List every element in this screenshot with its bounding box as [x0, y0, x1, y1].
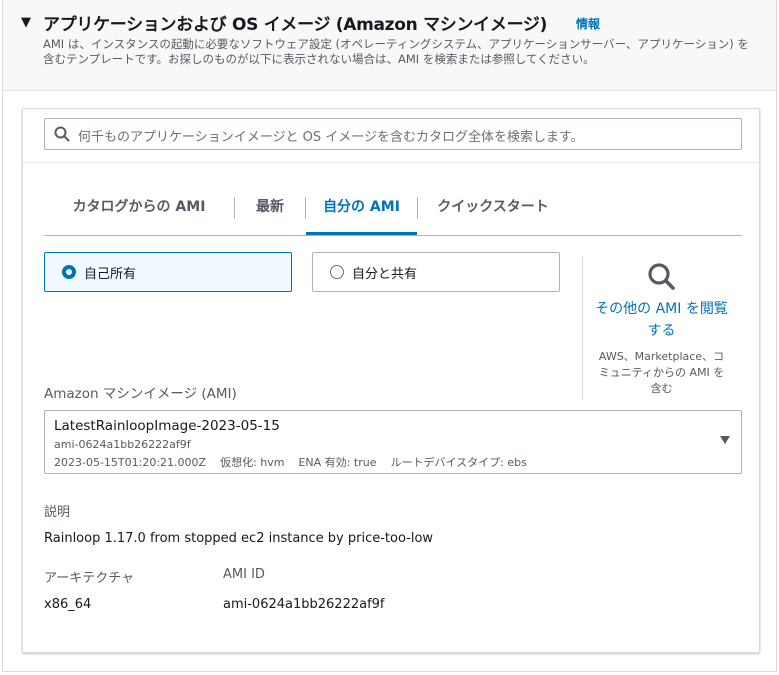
- vertical-divider: [582, 256, 583, 400]
- description-value: Rainloop 1.17.0 from stopped ec2 instanc…: [44, 531, 434, 546]
- browse-more-amis-subtext: AWS、Marketplace、コミュニティからの AMI を含む: [598, 350, 725, 395]
- ami-meta: 2023-05-15T01:20:21.000Z 仮想化: hvm ENA 有効: …: [54, 454, 541, 470]
- browse-more-amis-link[interactable]: その他の AMI を閲覧する: [594, 298, 729, 342]
- collapse-caret-icon[interactable]: ▼: [21, 15, 31, 30]
- architecture-value: x86_64: [44, 597, 92, 612]
- tab-my-ami[interactable]: 自分の AMI: [306, 186, 417, 235]
- search-icon[interactable]: [646, 261, 678, 293]
- ami-select-label: Amazon マシンイメージ (AMI): [44, 386, 237, 402]
- tab-quick-start[interactable]: クイックスタート: [418, 186, 568, 235]
- ami-date: 2023-05-15T01:20:21.000Z: [54, 456, 207, 469]
- ami-tabs: カタログからの AMI 最新 自分の AMI クイックスタート: [44, 186, 742, 236]
- ami-id: ami-0624a1bb26222af9f: [54, 438, 191, 451]
- tab-catalog-ami[interactable]: カタログからの AMI: [44, 186, 234, 235]
- description-key: 説明: [44, 505, 71, 520]
- section-description: AMI は、インスタンスの起動に必要なソフトウェア設定 (オペレーティングシステ…: [43, 37, 749, 66]
- search-placeholder: 何千ものアプリケーションイメージと OS イメージを含むカタログ全体を検索します…: [78, 130, 584, 145]
- ami-name: LatestRainloopImage-2023-05-15: [54, 418, 280, 434]
- ami-section: ▼ アプリケーションおよび OS イメージ (Amazon マシンイメージ) 情…: [2, 0, 777, 672]
- ami-search-input[interactable]: 何千ものアプリケーションイメージと OS イメージを含むカタログ全体を検索します…: [44, 118, 742, 150]
- owned-by-me-label: 自己所有: [84, 267, 137, 282]
- architecture-key: アーキテクチャ: [44, 571, 135, 586]
- info-link[interactable]: 情報: [576, 15, 600, 32]
- ami-select-dropdown[interactable]: LatestRainloopImage-2023-05-15 ami-0624a…: [44, 410, 742, 474]
- ami-id-key: AMI ID: [223, 567, 265, 582]
- shared-with-me-radio[interactable]: [330, 265, 344, 279]
- shared-with-me-label: 自分と共有: [352, 267, 418, 282]
- ami-ena: ENA 有効: true: [298, 456, 377, 469]
- ami-root-device: ルートデバイスタイプ: ebs: [390, 456, 527, 469]
- ami-id-value: ami-0624a1bb26222af9f: [223, 597, 385, 612]
- section-title: アプリケーションおよび OS イメージ (Amazon マシンイメージ): [43, 15, 548, 35]
- search-icon: [54, 126, 70, 142]
- owned-by-me-radio[interactable]: [62, 265, 76, 279]
- tab-recent[interactable]: 最新: [235, 186, 305, 235]
- shared-with-me-tile[interactable]: 自分と共有: [312, 252, 560, 292]
- ami-virtualization: 仮想化: hvm: [220, 456, 285, 469]
- search-bar-area: 何千ものアプリケーションイメージと OS イメージを含むカタログ全体を検索します…: [23, 109, 759, 163]
- section-header: ▼ アプリケーションおよび OS イメージ (Amazon マシンイメージ) 情…: [3, 0, 776, 91]
- caret-down-icon: [720, 436, 730, 444]
- owned-by-me-tile[interactable]: 自己所有: [44, 252, 292, 292]
- ami-panel: 何千ものアプリケーションイメージと OS イメージを含むカタログ全体を検索します…: [22, 108, 760, 653]
